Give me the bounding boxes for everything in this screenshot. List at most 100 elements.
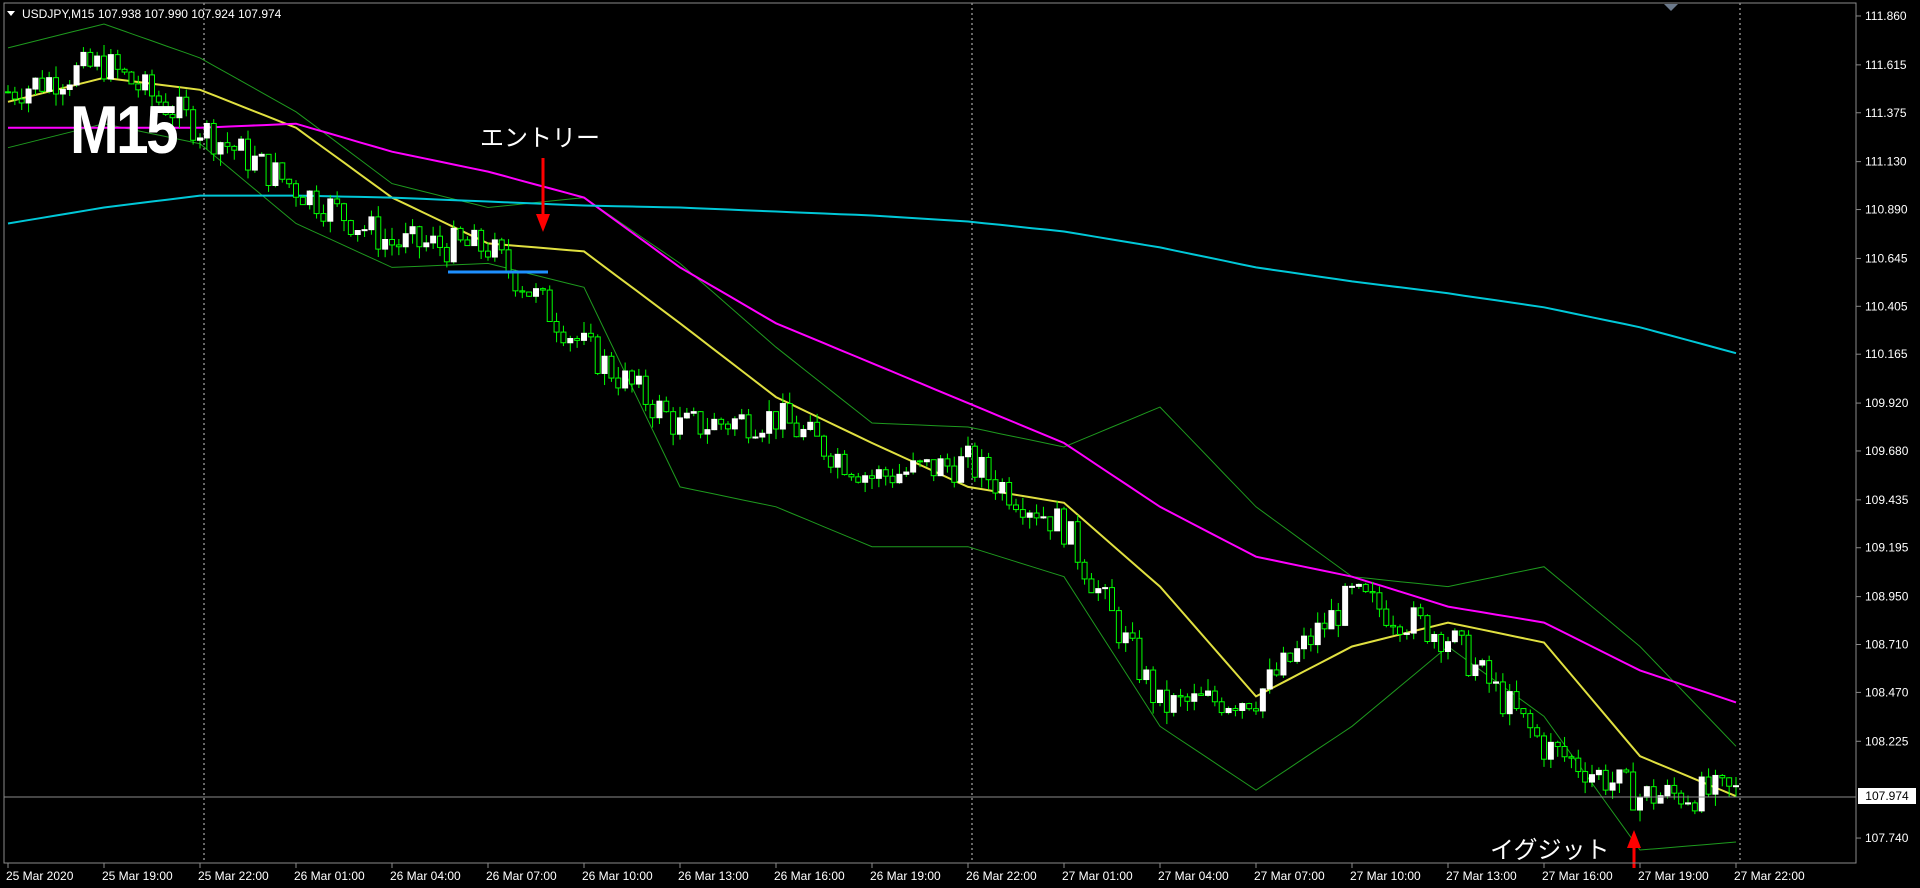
candle-body xyxy=(1115,610,1122,644)
candle-body xyxy=(1266,669,1273,690)
candle-body xyxy=(1239,703,1246,711)
candle-body xyxy=(505,249,512,273)
time-tick-label: 27 Mar 01:00 xyxy=(1062,869,1133,883)
candle-body xyxy=(930,459,937,477)
candle-body xyxy=(361,229,368,232)
time-tick-label: 26 Mar 10:00 xyxy=(582,869,653,883)
time-tick-label: 26 Mar 07:00 xyxy=(486,869,557,883)
candle-body xyxy=(848,474,855,478)
candle-body xyxy=(1259,688,1266,712)
candle-body xyxy=(409,226,416,235)
candle-body xyxy=(560,331,567,344)
candle-body xyxy=(807,421,814,430)
candle-body xyxy=(416,226,423,248)
candle-body xyxy=(251,155,258,171)
price-tick-label: 109.435 xyxy=(1865,493,1909,507)
candle-body xyxy=(1678,792,1685,805)
candle-body xyxy=(917,460,923,463)
candle-body xyxy=(1067,521,1074,545)
candle-body xyxy=(683,412,690,419)
price-tick-label: 109.195 xyxy=(1865,541,1909,555)
candle-body xyxy=(519,290,526,293)
candle-body xyxy=(1575,757,1582,773)
candle-body xyxy=(299,196,306,206)
candle-body xyxy=(1102,587,1109,590)
candle-body xyxy=(951,465,958,483)
time-tick-label: 26 Mar 22:00 xyxy=(966,869,1037,883)
candle-body xyxy=(1355,583,1362,587)
candle-body xyxy=(1534,727,1541,737)
candle-body xyxy=(190,109,197,141)
candle-body xyxy=(875,469,882,479)
time-tick-label: 25 Mar 22:00 xyxy=(198,869,269,883)
candle-body xyxy=(1136,637,1143,681)
candle-body xyxy=(635,375,642,385)
candle-body xyxy=(1472,664,1479,677)
time-tick-label: 26 Mar 16:00 xyxy=(774,869,845,883)
candle-body xyxy=(642,375,649,405)
candle-body xyxy=(306,190,313,206)
price-chart[interactable]: 111.860 111.615 111.375 111.130 110.890 110.6… xyxy=(0,0,1920,888)
candle-body xyxy=(1403,632,1410,635)
candle-body xyxy=(622,370,629,389)
candle-body xyxy=(176,96,183,119)
candle-body xyxy=(1561,746,1568,758)
candle-body xyxy=(1410,607,1417,634)
time-tick-label: 25 Mar 2020 xyxy=(6,869,74,883)
candle-body xyxy=(985,456,992,481)
candle-body xyxy=(121,68,128,73)
candle-body xyxy=(1445,641,1451,653)
time-tick-label: 25 Mar 19:00 xyxy=(102,869,173,883)
candle-body xyxy=(711,418,718,431)
candle-body xyxy=(1054,508,1061,532)
candle-body xyxy=(498,239,505,251)
current-price-label: 107.974 xyxy=(1858,788,1916,804)
candle-body xyxy=(1177,695,1184,698)
price-tick-label: 110.165 xyxy=(1865,347,1908,361)
candle-body xyxy=(1246,703,1253,710)
candle-body xyxy=(1623,769,1630,773)
candle-body xyxy=(395,244,402,248)
candle-body xyxy=(1712,774,1719,795)
candle-body xyxy=(354,230,361,235)
price-tick-label: 111.860 xyxy=(1865,9,1907,23)
candle-body xyxy=(882,469,889,477)
candle-body xyxy=(46,77,53,92)
price-tick-label: 108.710 xyxy=(1865,638,1909,652)
price-tick-label: 109.680 xyxy=(1865,444,1909,458)
candle-body xyxy=(1506,691,1513,715)
candle-body xyxy=(66,84,73,90)
candle-body xyxy=(1362,583,1369,593)
candle-body xyxy=(491,239,498,258)
candle-body xyxy=(1513,691,1520,710)
candle-body xyxy=(457,227,464,241)
candle-body xyxy=(1582,771,1589,783)
candle-body xyxy=(512,271,519,292)
exit-annotation: イグジット xyxy=(1490,836,1610,864)
candle-body xyxy=(759,432,766,438)
candle-body xyxy=(1150,669,1157,704)
candle-body xyxy=(135,83,142,91)
candle-body xyxy=(450,227,457,263)
candle-body xyxy=(1129,632,1136,639)
candle-body xyxy=(1006,481,1013,506)
candle-body xyxy=(1314,622,1321,646)
candle-body xyxy=(210,122,217,155)
candle-body xyxy=(1705,776,1712,795)
dropdown-triangle-icon[interactable] xyxy=(7,11,15,16)
candle-body xyxy=(1335,610,1342,626)
price-tick-label: 108.950 xyxy=(1865,590,1909,604)
chart-shift-marker-icon[interactable] xyxy=(1664,4,1678,11)
candle-body xyxy=(1424,615,1431,642)
candle-body xyxy=(87,51,94,67)
candle-body xyxy=(587,332,594,338)
candle-body xyxy=(1369,591,1376,594)
candle-body xyxy=(567,338,574,344)
candle-body xyxy=(402,233,409,248)
candle-body xyxy=(1198,693,1205,696)
price-tick-label: 111.130 xyxy=(1865,155,1907,169)
candle-body xyxy=(1287,652,1294,662)
candle-body xyxy=(1307,635,1314,646)
candle-body xyxy=(553,321,560,333)
candle-body xyxy=(341,203,347,222)
